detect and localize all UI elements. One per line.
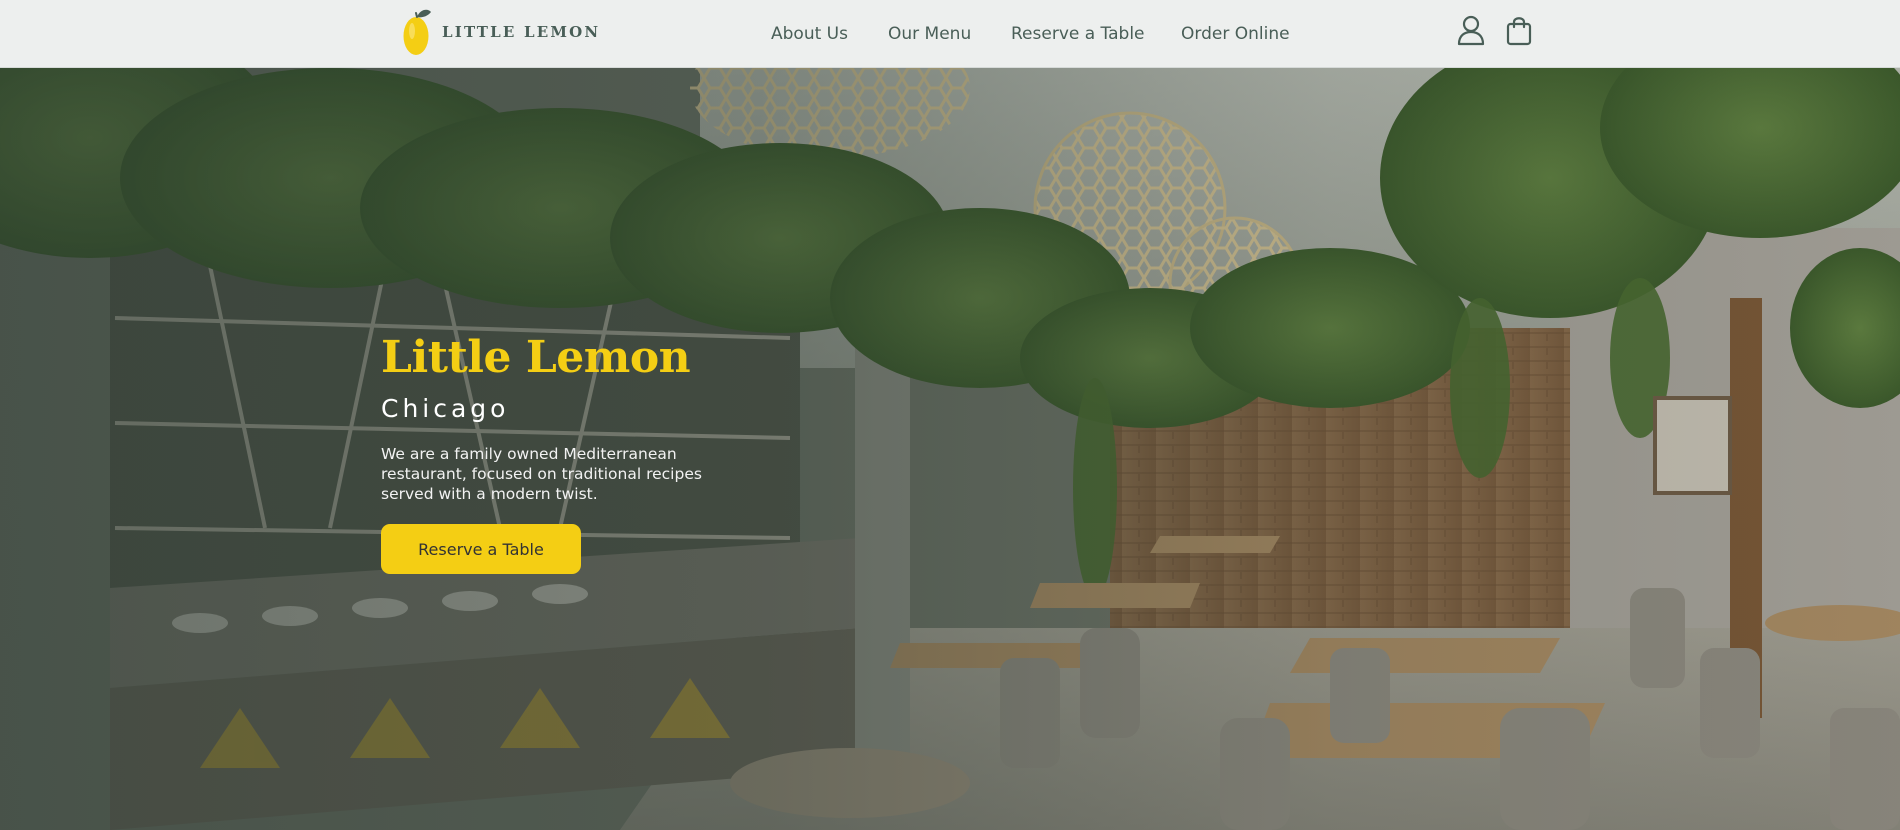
nav-our-menu[interactable]: Our Menu (888, 21, 971, 47)
user-icon[interactable] (1456, 14, 1486, 46)
main-nav: About Us Our Menu Reserve a Table Order … (0, 0, 1900, 68)
shopping-bag-icon[interactable] (1504, 14, 1534, 46)
hero-content: Little Lemon Chicago We are a family own… (381, 330, 741, 574)
hero-section: Little Lemon Chicago We are a family own… (0, 68, 1900, 830)
nav-about-us[interactable]: About Us (771, 21, 848, 47)
logo-text: LITTLE LEMON (442, 23, 601, 41)
site-header: LITTLE LEMON About Us Our Menu Reserve a… (0, 0, 1900, 68)
nav-reserve-table[interactable]: Reserve a Table (1011, 21, 1145, 47)
lemon-logo-icon (403, 9, 431, 55)
nav-order-online[interactable]: Order Online (1181, 21, 1290, 47)
logo-link[interactable]: LITTLE LEMON (400, 6, 600, 58)
hero-description: We are a family owned Mediterranean rest… (381, 445, 702, 503)
hero-subtitle: Chicago (381, 394, 510, 423)
reserve-table-button[interactable]: Reserve a Table (381, 524, 581, 574)
hero-title: Little Lemon (381, 332, 691, 383)
hero-dim-overlay (0, 68, 1900, 830)
